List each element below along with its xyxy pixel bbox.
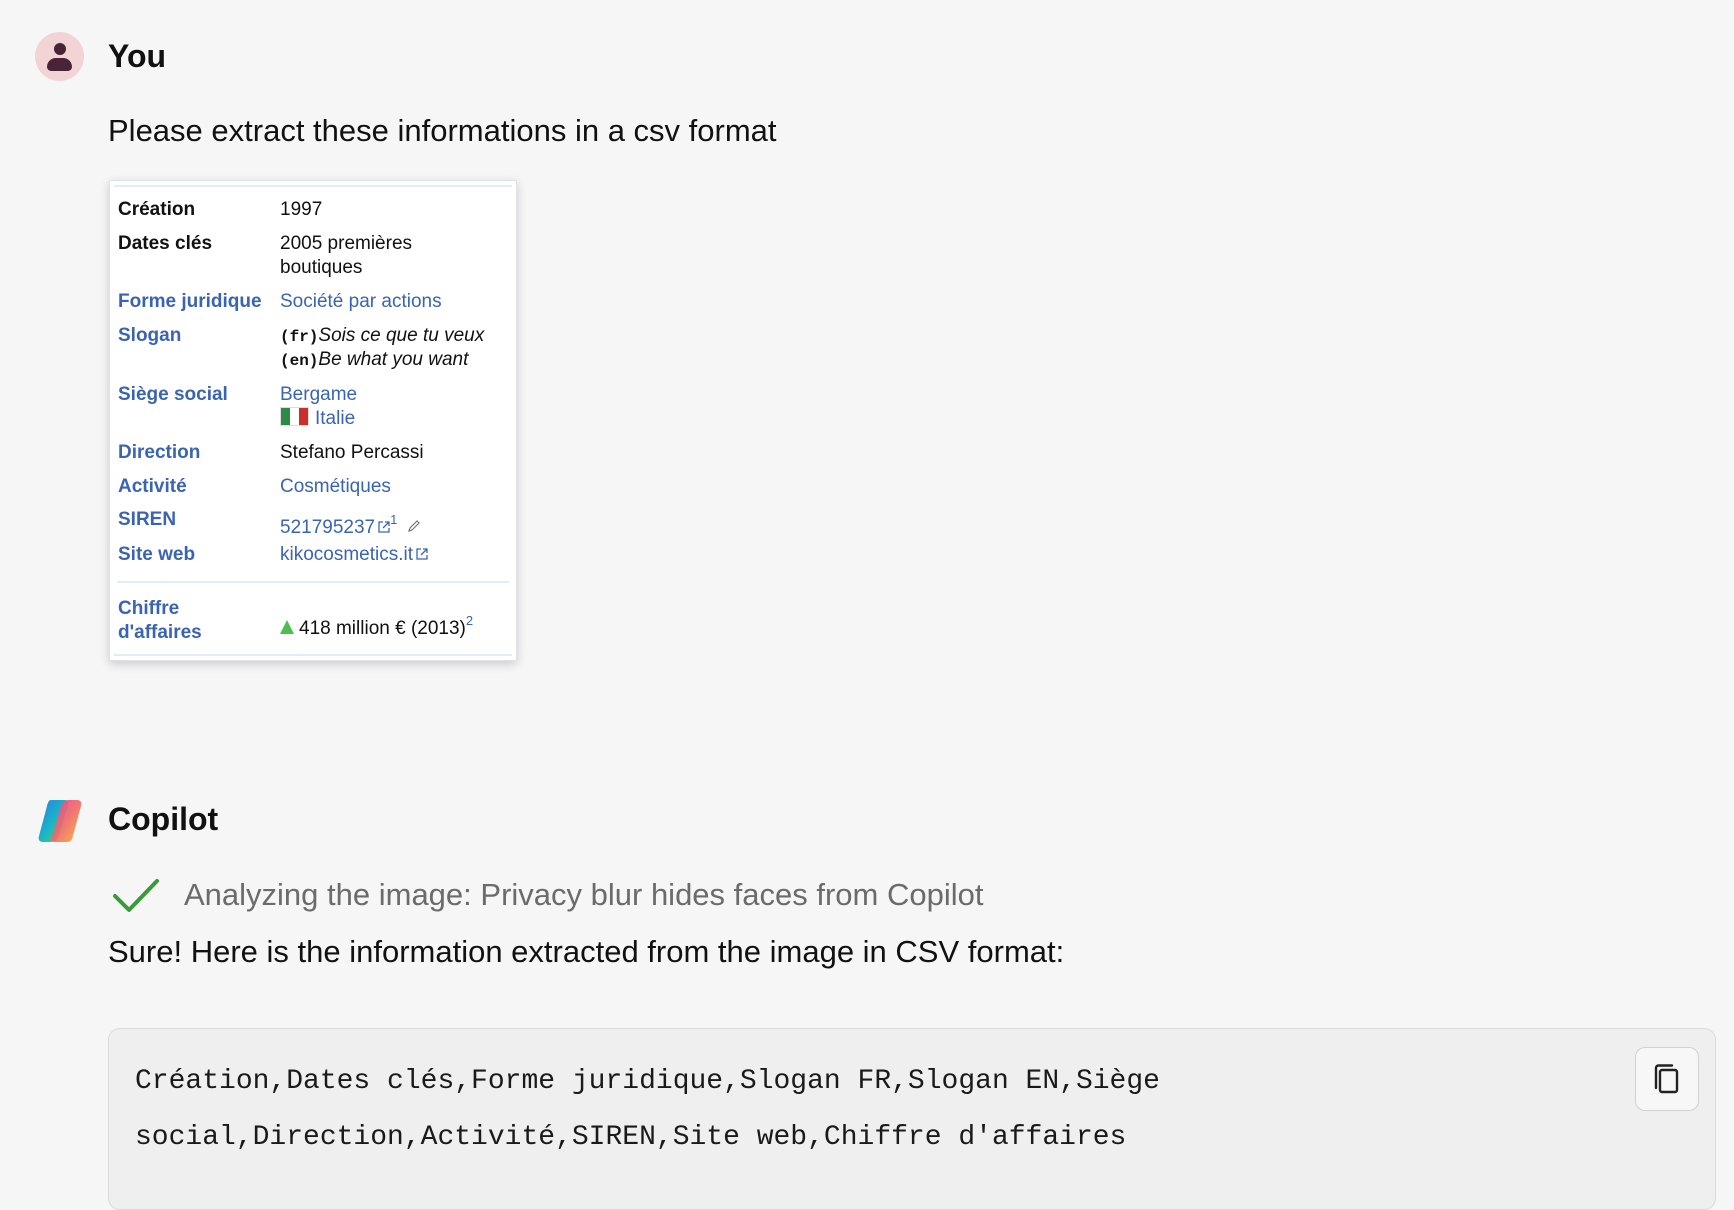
siege-country-text: Italie bbox=[315, 408, 356, 429]
copilot-logo-icon bbox=[38, 800, 82, 842]
infobox-label-dates: Dates clés bbox=[118, 233, 213, 254]
copilot-sender-name: Copilot bbox=[108, 801, 219, 837]
infobox-label-siege: Siège social bbox=[118, 384, 228, 405]
infobox-label-ca-line1: Chiffre bbox=[118, 598, 180, 619]
siren-ref: 1 bbox=[390, 512, 398, 527]
copy-icon bbox=[1654, 1064, 1679, 1094]
infobox-label-direction: Direction bbox=[118, 442, 201, 463]
infobox-image[interactable]: Création 1997 Dates clés 2005 premières … bbox=[109, 180, 517, 661]
infobox-bottom-border bbox=[114, 654, 512, 656]
external-link-icon bbox=[378, 521, 390, 533]
infobox-label-siren: SIREN bbox=[118, 509, 177, 530]
infobox-separator bbox=[117, 581, 509, 583]
infobox-value-ca: 418 million € (2013)2 bbox=[280, 609, 473, 641]
infobox-value-dates-line2: boutiques bbox=[280, 257, 363, 278]
slogan-en-tag: (en) bbox=[280, 352, 319, 370]
infobox-value-siege-country: Italie bbox=[280, 407, 355, 431]
infobox-label-ca-line2: d'affaires bbox=[118, 622, 202, 643]
ca-text: 418 million € (2013) bbox=[299, 618, 466, 639]
copilot-reply-intro: Sure! Here is the information extracted … bbox=[108, 934, 1065, 969]
analyzing-status: Analyzing the image: Privacy blur hides … bbox=[184, 877, 984, 912]
slogan-en-text: Be what you want bbox=[318, 349, 469, 370]
infobox-label-slogan: Slogan bbox=[118, 325, 182, 346]
code-line-2: social,Direction,Activité,SIREN,Site web… bbox=[135, 1122, 1127, 1153]
code-line-1: Création,Dates clés,Forme juridique,Slog… bbox=[135, 1066, 1160, 1097]
pencil-icon bbox=[408, 520, 421, 532]
infobox-value-siege-city: Bergame bbox=[280, 384, 358, 405]
infobox-label-creation: Création bbox=[118, 199, 196, 220]
external-link-icon bbox=[416, 548, 428, 560]
infobox-top-border bbox=[114, 185, 512, 187]
slogan-fr-text: Sois ce que tu veux bbox=[318, 325, 485, 346]
siren-number: 521795237 bbox=[280, 517, 376, 538]
infobox-label-activite: Activité bbox=[118, 476, 187, 497]
siteweb-text: kikocosmetics.it bbox=[280, 544, 414, 565]
infobox-value-siteweb: kikocosmetics.it bbox=[280, 543, 428, 567]
user-avatar-icon bbox=[35, 32, 84, 81]
ca-ref: 2 bbox=[465, 613, 474, 628]
user-sender-name: You bbox=[108, 38, 167, 74]
infobox-value-forme: Société par actions bbox=[280, 291, 442, 312]
up-triangle-icon bbox=[280, 620, 294, 634]
infobox-value-siren: 521795237 1 bbox=[280, 508, 421, 540]
check-icon bbox=[113, 879, 159, 912]
csv-code-block: Création,Dates clés,Forme juridique,Slog… bbox=[108, 1028, 1716, 1210]
infobox-value-activite: Cosmétiques bbox=[280, 476, 391, 497]
slogan-fr-tag: (fr) bbox=[280, 328, 319, 346]
italy-flag-icon bbox=[280, 407, 309, 426]
infobox-value-slogan-fr: (fr)Sois ce que tu veux bbox=[280, 324, 484, 349]
infobox-value-direction: Stefano Percassi bbox=[280, 442, 424, 463]
infobox-value-slogan-en: (en)Be what you want bbox=[280, 348, 468, 373]
user-message: Please extract these informations in a c… bbox=[108, 113, 777, 148]
copy-button[interactable] bbox=[1635, 1047, 1699, 1111]
infobox-label-forme: Forme juridique bbox=[118, 291, 262, 312]
infobox-value-dates-line1: 2005 premières bbox=[280, 233, 413, 254]
infobox-value-creation: 1997 bbox=[280, 199, 323, 220]
infobox-label-siteweb: Site web bbox=[118, 544, 196, 565]
